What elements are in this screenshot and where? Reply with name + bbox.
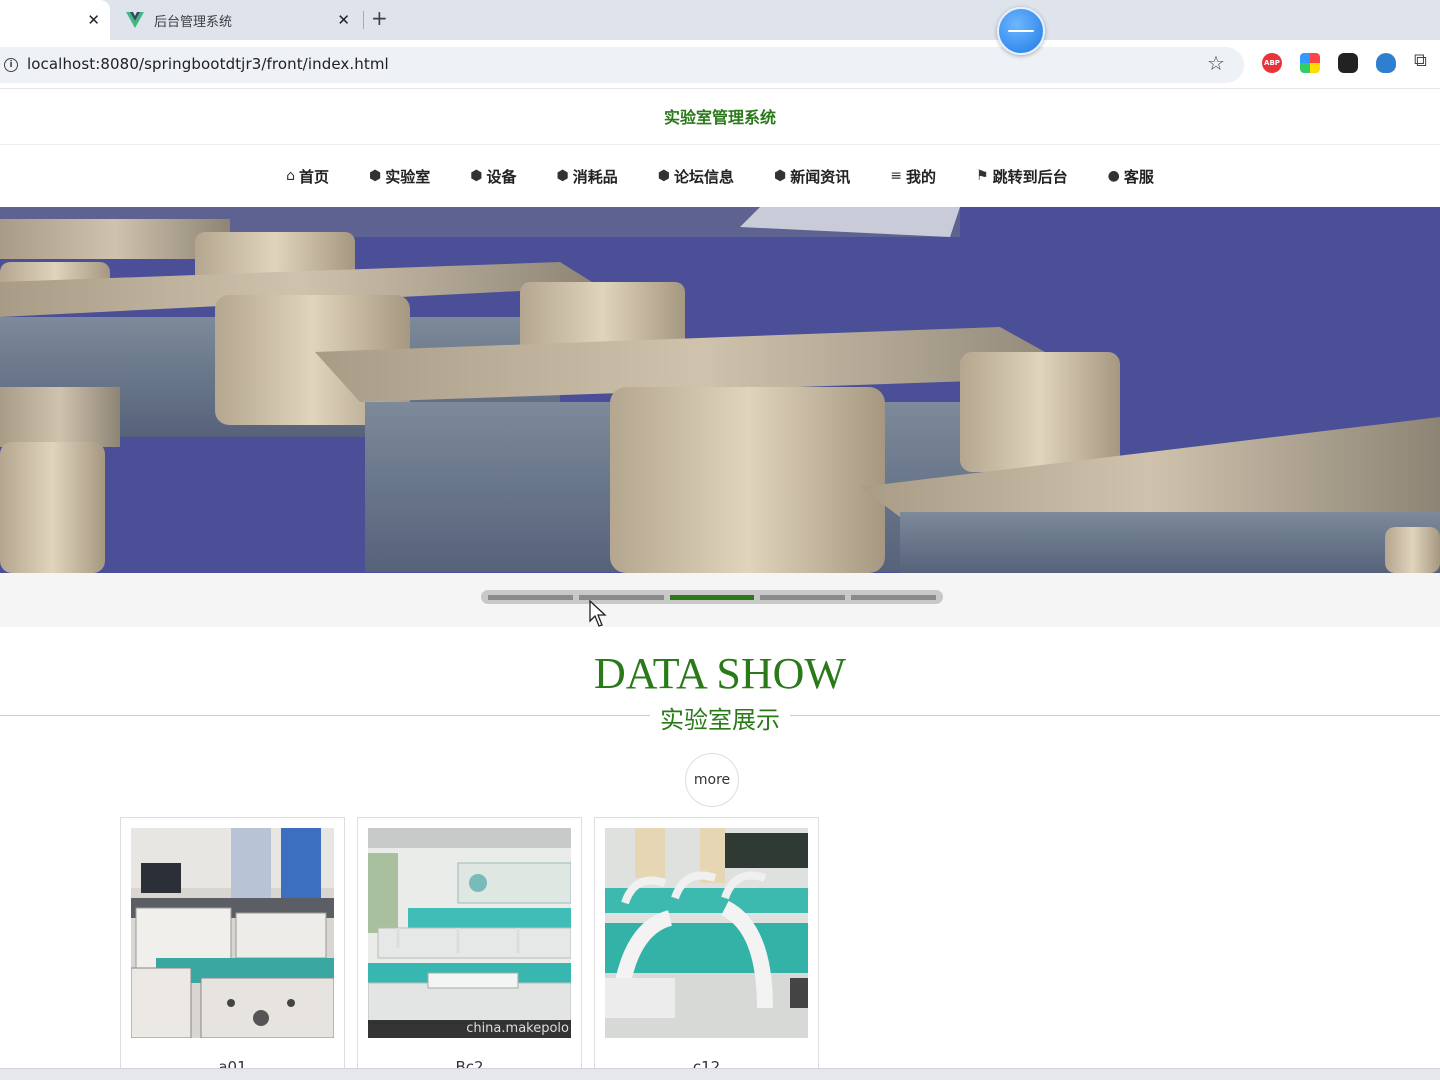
lab-card-image[interactable] bbox=[605, 828, 808, 1038]
nav-item-lab[interactable]: ⬢ 实验室 bbox=[369, 166, 430, 187]
cube-icon: ⬢ bbox=[470, 168, 483, 184]
color-grid-icon[interactable] bbox=[1300, 53, 1320, 73]
browser-tab-active[interactable]: ✕ bbox=[0, 0, 110, 40]
lab-card[interactable]: a01 bbox=[120, 817, 345, 1068]
section-subtitle-wrap: 实验室展示 bbox=[0, 700, 1440, 735]
flag-icon: ⚑ bbox=[976, 168, 989, 184]
carousel-indicators bbox=[481, 590, 943, 604]
nav-label: 设备 bbox=[486, 167, 517, 186]
carousel-dot-active[interactable] bbox=[669, 594, 755, 600]
lab-card[interactable]: c12 bbox=[594, 817, 819, 1068]
tab-separator bbox=[363, 11, 364, 29]
nav-item-home[interactable]: ⌂ 首页 bbox=[286, 166, 329, 187]
browser-toolbar: i localhost:8080/springbootdtjr3/front/i… bbox=[0, 40, 1440, 88]
lab-card[interactable]: china.makepolo Bc2 bbox=[357, 817, 582, 1068]
cube-icon: ⬢ bbox=[369, 168, 382, 184]
more-button[interactable]: more bbox=[685, 753, 739, 807]
site-title: 实验室管理系统 bbox=[0, 88, 1440, 144]
lab-card-image[interactable] bbox=[131, 828, 334, 1038]
home-icon: ⌂ bbox=[286, 168, 296, 184]
nav-label: 跳转到后台 bbox=[992, 167, 1068, 186]
lab-card-list: a01 china.makepolo Bc2 c12 bbox=[120, 817, 819, 1068]
floating-assistant-icon[interactable] bbox=[997, 7, 1045, 55]
lab-photo-fume-hoods bbox=[605, 828, 808, 1038]
address-bar[interactable]: i localhost:8080/springbootdtjr3/front/i… bbox=[0, 47, 1244, 83]
cube-icon: ⬢ bbox=[657, 168, 671, 184]
main-nav: ⌂ 首页 ⬢ 实验室 ⬢ 设备 ⬢ 消耗品 ⬢ 论坛信息 ⬢ 新闻资讯 ≡ 我的… bbox=[0, 144, 1440, 207]
lab-card-image[interactable]: china.makepolo bbox=[368, 828, 571, 1038]
nav-label: 首页 bbox=[299, 167, 330, 186]
menu-lines-icon: ≡ bbox=[890, 168, 903, 184]
new-tab-button[interactable]: + bbox=[371, 6, 388, 30]
carousel-dot[interactable] bbox=[488, 594, 573, 600]
section-title: DATA SHOW bbox=[594, 649, 846, 698]
browser-bottom-edge bbox=[0, 1068, 1440, 1080]
classroom-illustration bbox=[0, 207, 1440, 573]
carousel-banner-image[interactable] bbox=[0, 207, 1440, 573]
browser-tab-admin[interactable]: 后台管理系统 ✕ bbox=[118, 0, 358, 40]
carousel-dot[interactable] bbox=[578, 594, 664, 600]
nav-label: 消耗品 bbox=[572, 167, 618, 186]
web-page: 实验室管理系统 ⌂ 首页 ⬢ 实验室 ⬢ 设备 ⬢ 消耗品 ⬢ 论坛信息 ⬢ 新… bbox=[0, 88, 1440, 1068]
carousel-dot[interactable] bbox=[760, 594, 846, 600]
cube-icon: ⬢ bbox=[774, 168, 787, 184]
site-info-icon[interactable]: i bbox=[4, 58, 18, 72]
adblock-icon[interactable]: ABP bbox=[1262, 53, 1282, 73]
section-subtitle: 实验室展示 bbox=[650, 706, 790, 734]
nav-label: 论坛信息 bbox=[674, 167, 735, 186]
cube-icon: ⬢ bbox=[556, 168, 569, 184]
nav-item-equipment[interactable]: ⬢ 设备 bbox=[470, 166, 516, 187]
vue-logo-icon bbox=[126, 12, 144, 28]
browser-tab-bar: ✕ 后台管理系统 ✕ + bbox=[0, 0, 1440, 40]
lab-card-name: Bc2 bbox=[455, 1058, 484, 1068]
ghost-icon[interactable] bbox=[1338, 53, 1358, 73]
nav-label: 我的 bbox=[906, 167, 937, 186]
nav-label: 客服 bbox=[1123, 167, 1154, 186]
nav-item-service[interactable]: ● 客服 bbox=[1108, 166, 1154, 187]
url-text[interactable]: localhost:8080/springbootdtjr3/front/ind… bbox=[27, 55, 389, 73]
chat-icon: ● bbox=[1107, 168, 1120, 184]
lab-card-name: c12 bbox=[692, 1058, 721, 1068]
nav-item-mine[interactable]: ≡ 我的 bbox=[890, 166, 936, 187]
image-watermark: china.makepolo bbox=[368, 1020, 571, 1038]
bookmark-star-icon[interactable]: ☆ bbox=[1207, 51, 1225, 75]
cloud-icon[interactable] bbox=[1376, 53, 1396, 73]
nav-item-news[interactable]: ⬢ 新闻资讯 bbox=[774, 166, 850, 187]
lab-photo-chemistry bbox=[368, 828, 571, 1038]
nav-item-admin[interactable]: ⚑ 跳转到后台 bbox=[976, 166, 1068, 187]
tab-label: 后台管理系统 bbox=[154, 14, 233, 30]
nav-item-consumables[interactable]: ⬢ 消耗品 bbox=[557, 166, 618, 187]
nav-label: 新闻资讯 bbox=[790, 167, 851, 186]
carousel-dot[interactable] bbox=[851, 594, 936, 600]
nav-item-forum[interactable]: ⬢ 论坛信息 bbox=[658, 166, 734, 187]
lab-card-name: a01 bbox=[218, 1058, 247, 1068]
carousel-indicator-strip bbox=[0, 573, 1440, 627]
nav-label: 实验室 bbox=[385, 167, 431, 186]
close-tab-icon[interactable]: ✕ bbox=[337, 11, 350, 29]
mouse-cursor-icon bbox=[589, 600, 607, 627]
lab-photo-electrical bbox=[131, 828, 334, 1038]
puzzle-icon[interactable]: ⧉ bbox=[1414, 50, 1434, 71]
close-tab-icon[interactable]: ✕ bbox=[87, 11, 100, 29]
